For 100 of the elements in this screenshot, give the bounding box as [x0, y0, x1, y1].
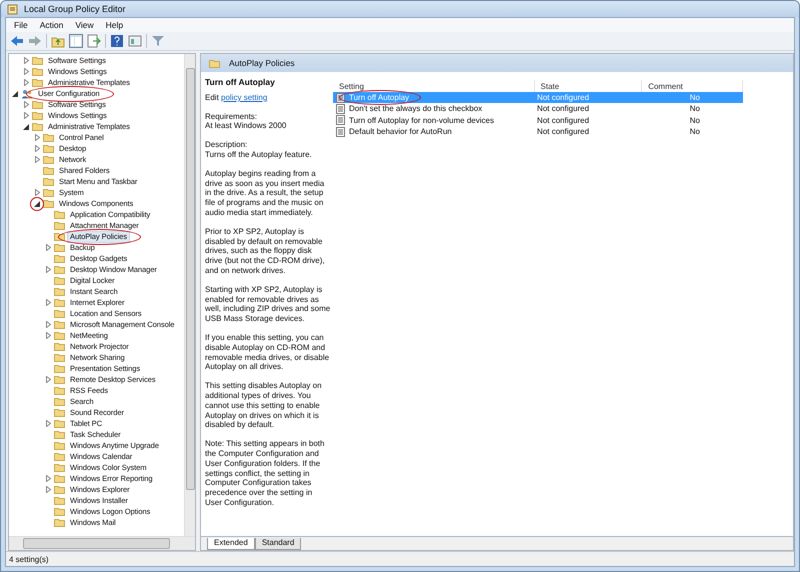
state-text: Not configured	[537, 127, 590, 136]
tree-view-icon[interactable]	[69, 34, 83, 48]
folder-icon	[54, 221, 65, 230]
policy-setting-link[interactable]: policy setting	[221, 92, 268, 102]
description-text: Autoplay begins reading from a drive as soon as you insert media in the drive. As a result, the setup file of programs and the music on audio media start immediately.	[205, 168, 326, 218]
expand-arrow-icon[interactable]	[34, 134, 40, 141]
users-icon	[21, 88, 33, 98]
comment-text: No	[690, 127, 700, 136]
menu-item[interactable]: Action	[34, 20, 70, 30]
vertical-scrollbar[interactable]	[184, 54, 195, 536]
setting-name: Turn off Autoplay	[349, 93, 410, 102]
folder-icon	[54, 408, 65, 417]
expand-arrow-icon[interactable]	[46, 376, 50, 383]
folder-icon	[54, 232, 65, 241]
policy-icon	[336, 115, 345, 126]
setting-row[interactable]: Default behavior for AutoRun Not configured No	[333, 126, 742, 138]
view-tab[interactable]: Extended	[207, 538, 255, 550]
window-title: Local Group Policy Editor	[24, 4, 126, 14]
folder-icon	[54, 353, 65, 362]
folder-icon	[54, 342, 65, 351]
folder-icon	[54, 441, 65, 450]
collapse-arrow-icon[interactable]	[34, 200, 40, 206]
expand-arrow-icon[interactable]	[24, 101, 28, 108]
filter-icon[interactable]	[151, 34, 165, 48]
folder-icon	[54, 364, 65, 373]
folder-icon	[32, 122, 43, 131]
folder-icon	[43, 199, 54, 208]
folder-icon	[32, 111, 43, 120]
folder-icon	[43, 155, 54, 164]
folder-icon	[54, 397, 65, 406]
description-text: Description: Turns off the Autoplay feature.	[205, 140, 313, 160]
description-text: Starting with XP SP2, Autoplay is enabled for removable drives as well, including ZIP drives and some USB Mass Storage devices.	[205, 284, 331, 324]
setting-row[interactable]: Don't set the always do this checkbox Not configured No	[333, 103, 742, 115]
folder-icon	[54, 309, 65, 318]
comment-text: No	[690, 93, 700, 102]
comment-text: No	[690, 104, 700, 114]
view-tab[interactable]: Standard	[254, 538, 302, 550]
expand-arrow-icon[interactable]	[46, 420, 50, 427]
comment-text: No	[690, 116, 700, 125]
folder-icon	[54, 287, 65, 296]
properties-icon[interactable]	[128, 34, 142, 48]
expand-arrow-icon[interactable]	[34, 145, 40, 152]
status-text: 4 setting(s)	[9, 554, 49, 564]
folder-icon	[32, 100, 43, 109]
folder-icon	[54, 265, 65, 274]
expand-arrow-icon[interactable]	[46, 266, 50, 273]
folder-icon	[54, 430, 65, 439]
folder-icon	[43, 188, 54, 197]
expand-arrow-icon[interactable]	[46, 475, 50, 482]
folder-icon	[32, 67, 43, 76]
expand-arrow-icon[interactable]	[34, 189, 40, 196]
folder-icon	[32, 78, 43, 87]
expand-arrow-icon[interactable]	[34, 156, 40, 163]
folder-icon	[43, 177, 54, 186]
folder-icon	[54, 485, 65, 494]
expand-arrow-icon[interactable]	[46, 321, 50, 328]
expand-arrow-icon[interactable]	[24, 57, 28, 64]
collapse-arrow-icon[interactable]	[12, 90, 18, 96]
expand-arrow-icon[interactable]	[46, 486, 50, 493]
state-text: Not configured	[537, 116, 590, 125]
folder-icon	[54, 320, 65, 329]
folder-icon	[32, 56, 43, 65]
menu-item[interactable]: View	[69, 20, 100, 30]
menu-item[interactable]: Help	[100, 20, 130, 30]
folder-icon	[54, 496, 65, 505]
folder-icon	[54, 463, 65, 472]
folder-icon	[54, 375, 65, 384]
folder-icon	[54, 210, 65, 219]
export-icon[interactable]	[87, 34, 101, 48]
horizontal-scrollbar[interactable]	[9, 536, 195, 550]
folder-icon	[54, 276, 65, 285]
expand-arrow-icon[interactable]	[24, 79, 28, 86]
folder-icon	[43, 144, 54, 153]
panel-title: AutoPlay Policies	[229, 58, 295, 68]
folder-icon	[43, 133, 54, 142]
app-icon	[7, 3, 19, 15]
folder-icon	[54, 452, 65, 461]
collapse-arrow-icon[interactable]	[23, 124, 29, 130]
folder-icon	[209, 58, 220, 68]
expand-arrow-icon[interactable]	[46, 244, 50, 251]
description-text: Prior to XP SP2, Autoplay is disabled by default on removable drives, such as the floppy disk drive (but not the CD-ROM drive), and on network drives.	[205, 226, 326, 276]
back-arrow-icon[interactable]	[10, 34, 24, 48]
setting-name: Don't set the always do this checkbox	[349, 104, 482, 114]
edit-label: Edit	[205, 92, 219, 102]
setting-name: Turn off Autoplay for non-volume devices	[349, 116, 494, 125]
setting-name: Default behavior for AutoRun	[349, 127, 452, 136]
expand-arrow-icon[interactable]	[46, 299, 50, 306]
folder-icon	[54, 507, 65, 516]
expand-arrow-icon[interactable]	[24, 112, 28, 119]
expand-arrow-icon[interactable]	[46, 332, 50, 339]
help-icon[interactable]	[110, 34, 124, 48]
folder-icon	[54, 243, 65, 252]
policy-icon	[336, 104, 345, 114]
description-text: Requirements: At least Windows 2000	[205, 112, 288, 132]
folder-icon	[54, 331, 65, 340]
forward-arrow-icon[interactable]	[28, 34, 42, 48]
expand-arrow-icon[interactable]	[24, 68, 28, 75]
state-text: Not configured	[537, 93, 590, 102]
setting-row[interactable]: Turn off Autoplay for non-volume devices Not configured No	[333, 114, 742, 126]
menu-item[interactable]: File	[8, 20, 34, 30]
